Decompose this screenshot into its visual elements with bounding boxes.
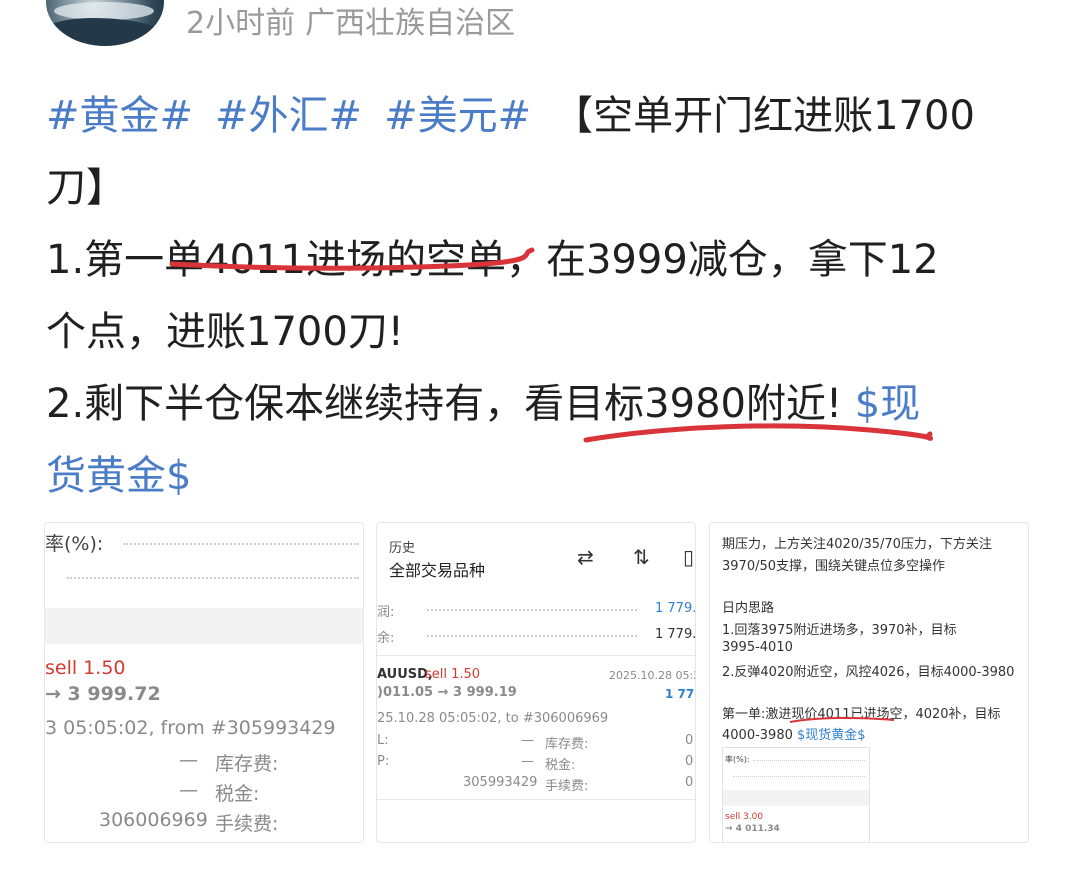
stock-tag[interactable]: $现货黄金$ xyxy=(797,728,866,743)
user-avatar[interactable] xyxy=(46,0,164,46)
underlined-segment: 单4011进场的空单 xyxy=(164,237,506,283)
post-line-4: 个点，进账1700刀! xyxy=(46,296,1036,368)
sl-label: L: xyxy=(377,733,389,748)
fee-label: 手续费: xyxy=(545,779,589,794)
currency-swap-icon[interactable]: ⇄ xyxy=(577,545,594,569)
hashtag-forex[interactable]: #外汇# xyxy=(215,93,362,139)
order-type: sell 1.50 xyxy=(45,657,126,679)
fee-label: 手续费: xyxy=(215,813,279,835)
post-line-1: #黄金# #外汇# #美元# 【空单开门红进账1700 xyxy=(46,80,1036,152)
dotted-leader xyxy=(753,760,865,761)
order-time: 25.10.28 05:05:02, to #306006969 xyxy=(377,711,609,726)
post-location: 广西壮族自治区 xyxy=(305,6,516,41)
analysis-line: 1.回落3975附近进场多，3970补，目标 xyxy=(722,623,957,638)
post-body: #黄金# #外汇# #美元# 【空单开门红进账1700 刀】 1.第一单4011进场的… xyxy=(46,80,1036,512)
mini-rate-label: 率(%): xyxy=(725,755,750,764)
divider xyxy=(377,799,695,800)
post-line-6: 货黄金$ xyxy=(46,440,1036,512)
price-change: → 3 999.72 xyxy=(45,683,161,705)
storage-fee-label: 库存费: xyxy=(215,753,279,775)
tax-label: 税金: xyxy=(545,758,576,773)
stock-tag-gold-cont[interactable]: 货黄金$ xyxy=(46,453,191,499)
dotted-leader xyxy=(427,635,637,637)
analysis-line: 3970/50支撑，围绕关键点位多空操作 xyxy=(722,559,946,574)
header-subtitle: 历史 xyxy=(389,541,416,556)
header-title: 全部交易品种 xyxy=(389,561,486,580)
dotted-leader xyxy=(427,609,637,611)
sort-icon[interactable]: ⇅ xyxy=(633,545,650,569)
analysis-line: 3995-4010 xyxy=(722,640,793,655)
stock-tag-gold[interactable]: $现 xyxy=(855,381,920,427)
hashtag-gold[interactable]: #黄金# xyxy=(46,93,193,139)
order-time: 3 05:05:02, from #305993429 xyxy=(45,717,336,739)
text-segment: ，在3999减仓，拿下12 xyxy=(505,237,939,283)
text-segment: 个点，进账1700刀! xyxy=(46,309,404,355)
tax-label: 税金: xyxy=(215,783,260,805)
section-band xyxy=(45,608,363,644)
dash-value: — xyxy=(179,779,198,801)
analysis-line: 第一单:激进现价4011已进场空，4020补，目标 xyxy=(722,707,1001,722)
dash-value: — xyxy=(521,733,534,748)
analysis-heading: 日内思路 xyxy=(722,601,775,616)
post-title: 【空单开门红进账1700 xyxy=(553,93,975,139)
rate-label: 率(%): xyxy=(45,533,104,555)
divider xyxy=(377,655,695,656)
profit-value: 1 779. xyxy=(655,601,696,616)
fee-value: 0 xyxy=(685,775,694,790)
target-range: 4000-3980 xyxy=(722,728,793,743)
avatar-mountain xyxy=(46,18,164,46)
analysis-line: 期压力，上方关注4020/35/70压力，下方关注 xyxy=(722,537,992,552)
price-change: )011.05 → 3 999.19 xyxy=(377,685,517,700)
post-image-1[interactable]: 率(%): sell 1.50 → 3 999.72 3 05:05:02, f… xyxy=(44,522,364,843)
hashtag-usd[interactable]: #美元# xyxy=(384,93,531,139)
order-date: 2025.10.28 05:22 xyxy=(609,669,695,682)
calendar-icon[interactable]: ▯ xyxy=(683,545,694,569)
profit-label: 润: xyxy=(377,605,395,620)
mini-order-type: sell 3.00 xyxy=(725,812,764,822)
underlined-segment: 看目标3980附近! xyxy=(524,381,843,427)
analysis-line: 2.反弹4020附近空，风控4026，目标4000-3980 xyxy=(722,665,1015,680)
tax-value: 0 xyxy=(685,754,694,769)
analysis-line: 4000-3980 $现货黄金$ xyxy=(722,724,866,743)
order-type: sell 1.50 xyxy=(425,667,481,682)
dash-value: — xyxy=(521,754,534,769)
dotted-leader xyxy=(123,543,359,545)
text-segment: 1.第一 xyxy=(46,237,165,283)
embedded-screenshot: 率(%): sell 3.00 → 4 011.34 xyxy=(722,747,870,842)
post-image-2[interactable]: 历史 全部交易品种 ⇄ ⇅ ▯ 润: 1 779. 余: 1 779. AUUS… xyxy=(376,522,696,843)
order-id: 306006969 xyxy=(99,809,208,831)
post-title-end: 刀】 xyxy=(46,165,126,211)
post-time: 2小时前 xyxy=(186,6,296,41)
storage-fee-value: 0 xyxy=(685,733,694,748)
storage-fee-label: 库存费: xyxy=(545,737,589,752)
tp-label: P: xyxy=(377,754,390,769)
dash-value: — xyxy=(179,749,198,771)
balance-value: 1 779. xyxy=(655,627,696,642)
dotted-leader xyxy=(67,577,359,579)
post-line-5: 2.剩下半仓保本继续持有，看目标3980附近! $现 xyxy=(46,368,1036,440)
pnl-value: 1 779 xyxy=(665,687,695,701)
order-id: 305993429 xyxy=(463,775,538,790)
mini-price: → 4 011.34 xyxy=(725,824,780,834)
text-segment: 2.剩下半仓保本继续持有， xyxy=(46,381,525,427)
section-band xyxy=(723,790,869,806)
post-line-2: 刀】 xyxy=(46,152,1036,224)
post-meta: 2小时前 广西壮族自治区 xyxy=(186,0,525,42)
balance-label: 余: xyxy=(377,631,395,646)
post-image-3[interactable]: 期压力，上方关注4020/35/70压力，下方关注 3970/50支撑，围绕关键… xyxy=(709,522,1029,843)
post-line-3: 1.第一单4011进场的空单，在3999减仓，拿下12 xyxy=(46,224,1036,296)
dotted-leader xyxy=(733,776,865,777)
